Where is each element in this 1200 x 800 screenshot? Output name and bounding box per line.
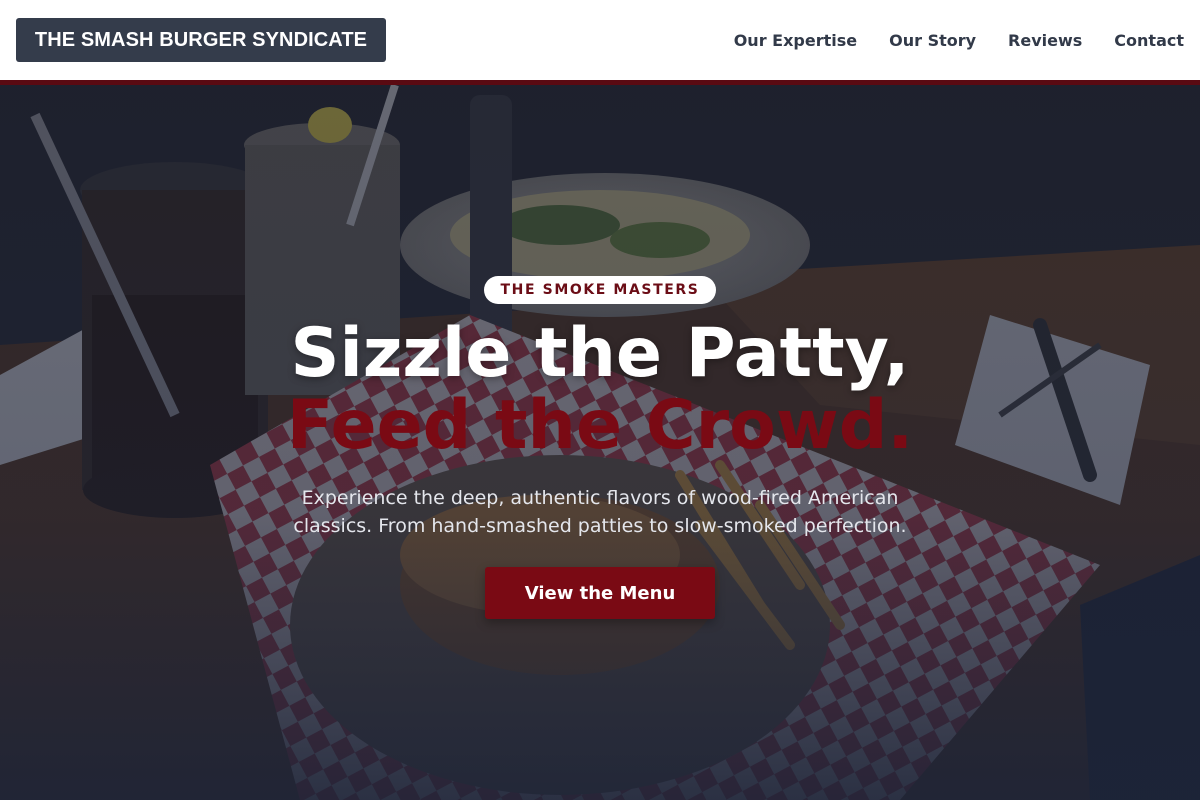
header-accent-stripe <box>0 80 1200 85</box>
nav-link-our-story[interactable]: Our Story <box>889 31 976 50</box>
hero-content: THE SMOKE MASTERS Sizzle the Patty, Feed… <box>0 85 1200 800</box>
nav-link-reviews[interactable]: Reviews <box>1008 31 1082 50</box>
hero-headline-line1: Sizzle the Patty, <box>290 314 910 393</box>
main-nav: Our Expertise Our Story Reviews Contact <box>734 0 1184 80</box>
hero-section: THE SMOKE MASTERS Sizzle the Patty, Feed… <box>0 85 1200 800</box>
nav-link-contact[interactable]: Contact <box>1114 31 1184 50</box>
hero-headline-line2: Feed the Crowd. <box>286 386 914 465</box>
hero-badge: THE SMOKE MASTERS <box>483 276 717 304</box>
brand-logo[interactable]: THE SMASH BURGER SYNDICATE <box>16 18 386 62</box>
site-header: THE SMASH BURGER SYNDICATE Our Expertise… <box>0 0 1200 80</box>
nav-link-our-expertise[interactable]: Our Expertise <box>734 31 857 50</box>
view-menu-button[interactable]: View the Menu <box>485 567 715 619</box>
hero-subtitle: Experience the deep, authentic flavors o… <box>293 487 907 537</box>
